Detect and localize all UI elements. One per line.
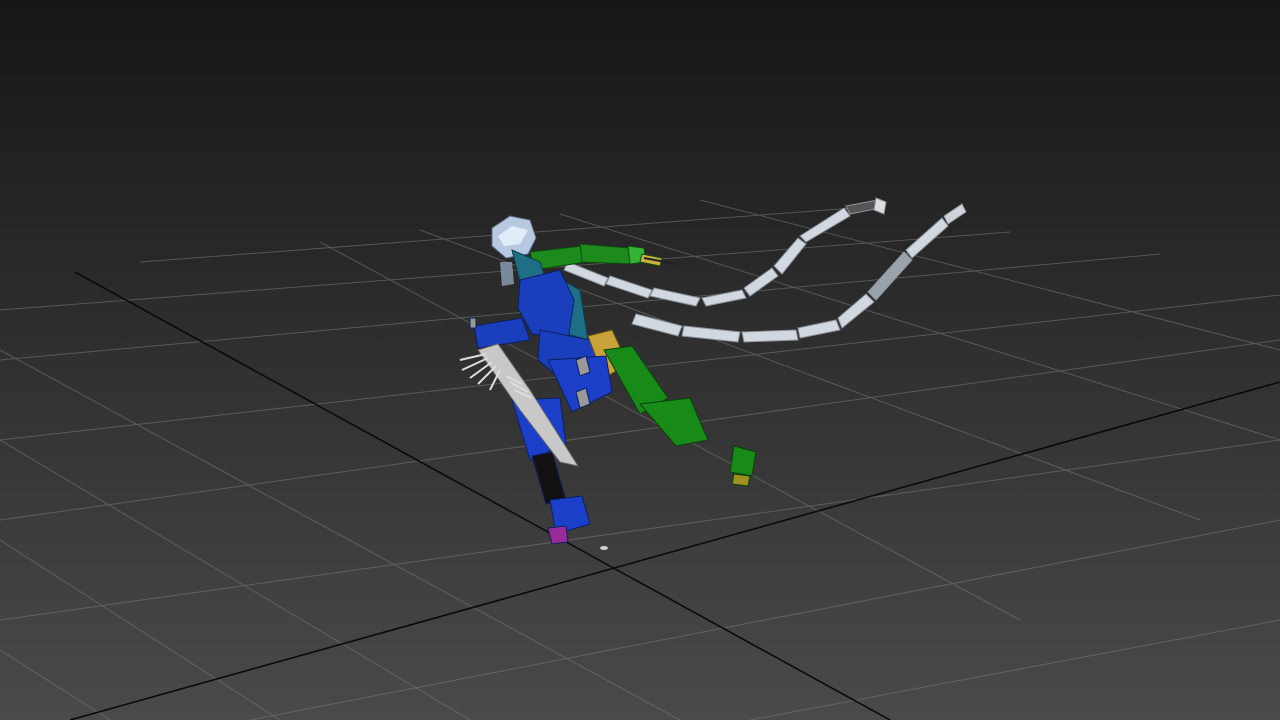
- foot-marker: [547, 525, 569, 545]
- viewport-scene: [0, 0, 1280, 720]
- floor-marker: [600, 546, 608, 550]
- 3d-viewport[interactable]: [0, 0, 1280, 720]
